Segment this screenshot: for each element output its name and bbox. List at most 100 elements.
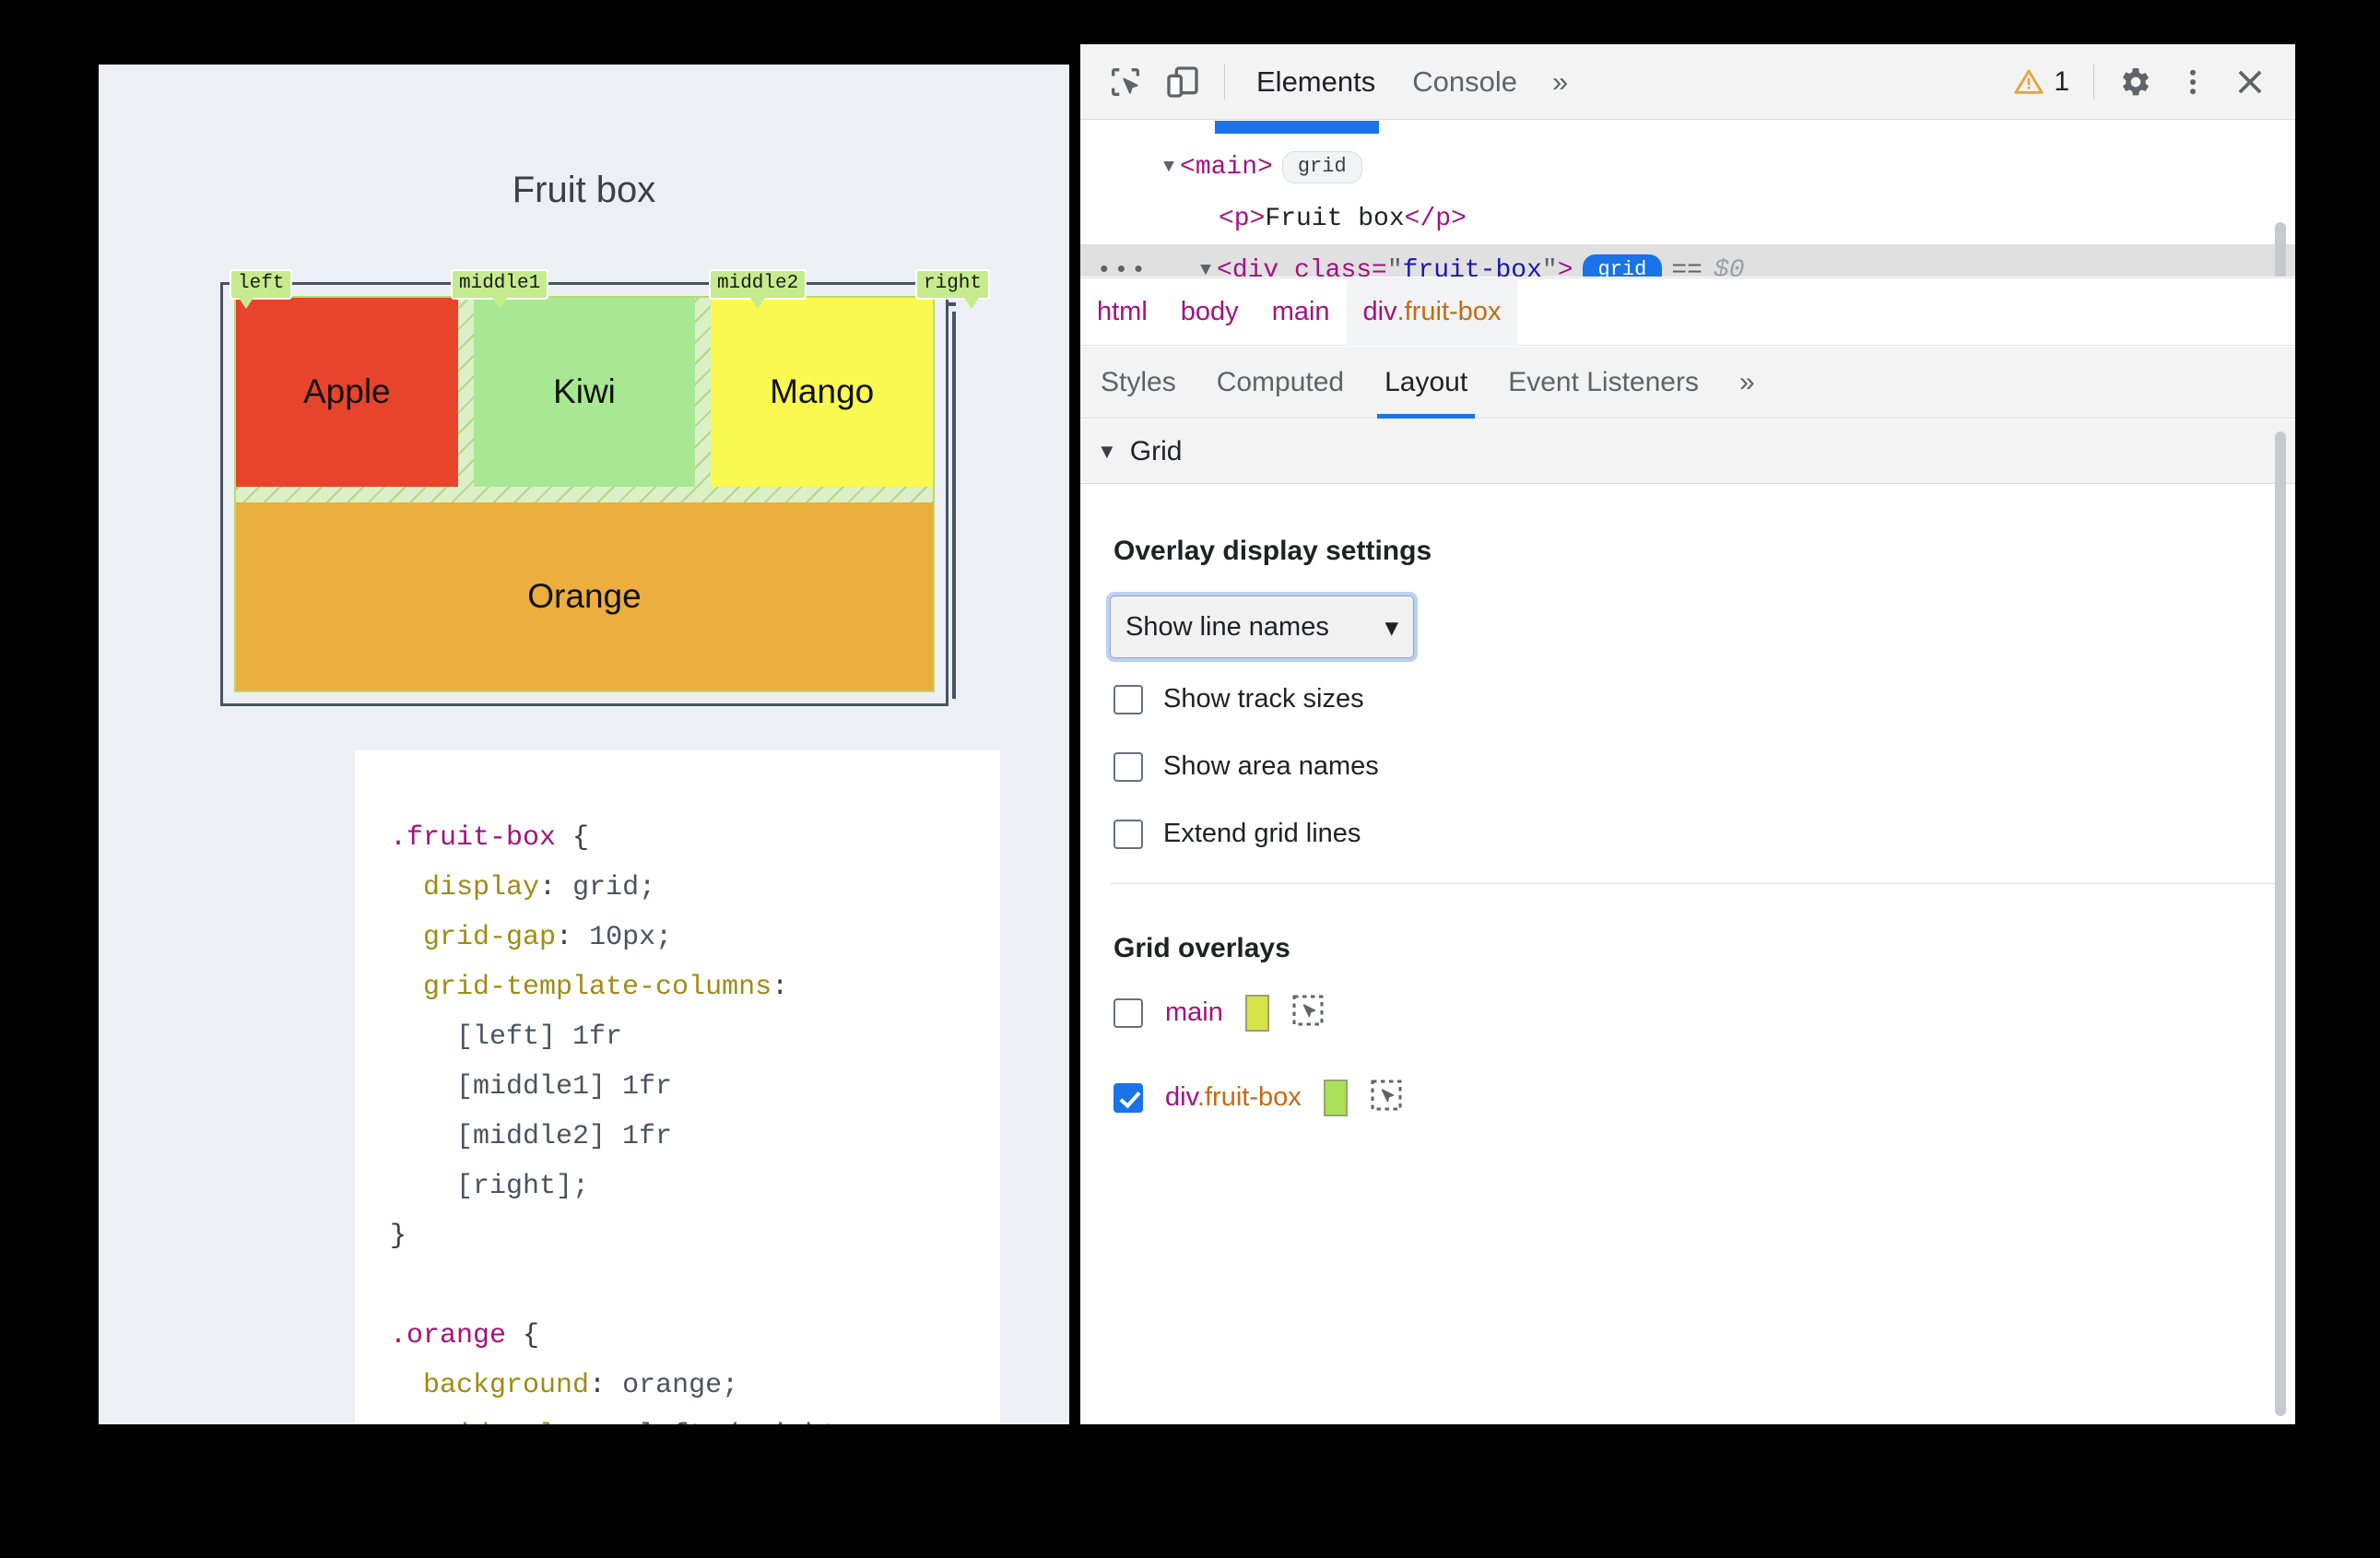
css-value-grid-column: left / right;	[639, 1420, 854, 1424]
fruit-box-border: Apple Kiwi Mango Orange	[220, 282, 948, 706]
grid-overlay-demo: Apple Kiwi Mango Orange left middle1 mid…	[213, 256, 991, 708]
checkbox-show-area-names[interactable]: Show area names	[1113, 751, 1379, 782]
dom-row-partial[interactable]	[1080, 121, 2295, 141]
sidebar-more-tabs-icon[interactable]: »	[1719, 347, 1775, 419]
css-brace-close: }	[390, 1221, 407, 1252]
chevron-down-icon-select: ▾	[1384, 612, 1398, 643]
checkbox-box[interactable]	[1113, 684, 1143, 714]
breadcrumb-item-body[interactable]: body	[1164, 277, 1255, 346]
checkbox-box[interactable]	[1113, 751, 1143, 782]
expand-triangle-icon-2[interactable]: ▼	[1200, 260, 1211, 277]
dom-row-menu-icon[interactable]: •••	[1097, 256, 1149, 277]
dom-text-fruit-box: Fruit box	[1265, 204, 1405, 233]
checkbox-box[interactable]	[1113, 819, 1143, 849]
grid-cell-orange: Orange	[236, 502, 933, 690]
tab-event-listeners[interactable]: Event Listeners	[1488, 347, 1719, 419]
overlay-display-settings-title: Overlay display settings	[1113, 536, 1432, 566]
section-divider	[1110, 883, 2275, 884]
dom-quote-2: "	[1541, 255, 1558, 277]
checkbox-label: Show area names	[1163, 751, 1379, 781]
warning-indicator[interactable]: 1	[2002, 66, 2080, 98]
dom-tag-p-open: <p>	[1219, 204, 1266, 233]
breadcrumb-class: .fruit-box	[1396, 296, 1502, 326]
devtools-toolbar: Elements Console » 1	[1080, 44, 2295, 120]
chevron-down-icon: ▼	[1097, 439, 1117, 463]
layout-panel-body: Overlay display settings Show line names…	[1080, 485, 2295, 1424]
dom-dollar-zero: $0	[1713, 255, 1745, 277]
inspect-element-icon[interactable]	[1097, 53, 1154, 111]
css-value-right: [right];	[456, 1171, 590, 1202]
select-element-icon[interactable]	[1291, 994, 1325, 1032]
css-prop-background: background	[423, 1370, 590, 1401]
dom-row-p[interactable]: <p> Fruit box </p>	[1080, 193, 2295, 244]
tab-computed[interactable]: Computed	[1196, 347, 1364, 419]
grid-overlay-name: main	[1165, 997, 1223, 1027]
css-prop-grid-template-columns: grid-template-columns	[423, 972, 772, 1003]
grid-section-title: Grid	[1129, 435, 1183, 466]
grid-cell-mango: Mango	[711, 298, 933, 487]
css-value-display: grid;	[572, 872, 656, 903]
checkbox-box[interactable]	[1113, 997, 1143, 1028]
layout-panel-scrollbar-thumb[interactable]	[2275, 431, 2286, 1416]
more-tabs-icon[interactable]: »	[1536, 65, 1585, 99]
kebab-menu-icon[interactable]	[2164, 53, 2221, 111]
css-value-middle2: [middle2] 1fr	[456, 1121, 673, 1152]
checkbox-extend-grid-lines[interactable]: Extend grid lines	[1113, 819, 1361, 849]
grid-overlay-class: .fruit-box	[1196, 1082, 1302, 1112]
css-value-middle1: [middle1] 1fr	[456, 1071, 673, 1103]
css-colon: :	[556, 922, 590, 953]
css-prop-display: display	[423, 872, 540, 903]
grid-line-name-middle1: middle1	[451, 269, 549, 310]
css-prop-grid-column: grid-column	[423, 1420, 606, 1424]
css-selector-fruit-box: .fruit-box	[390, 822, 557, 854]
breadcrumb-item-main[interactable]: main	[1255, 277, 1347, 346]
css-code-card: .fruit-box { display: grid; grid-gap: 10…	[355, 750, 1000, 1424]
css-prop-grid-gap: grid-gap	[423, 922, 557, 953]
grid-cell-apple: Apple	[236, 298, 458, 487]
toolbar-divider	[1224, 64, 1225, 100]
breadcrumb-item-html[interactable]: html	[1080, 277, 1164, 346]
expand-triangle-icon[interactable]: ▼	[1163, 157, 1174, 178]
tab-styles[interactable]: Styles	[1080, 347, 1196, 419]
css-code-block: .fruit-box { display: grid; grid-gap: 10…	[390, 813, 991, 1424]
sidebar-tabs: Styles Computed Layout Event Listeners »	[1080, 347, 2295, 419]
dom-gt: >	[1557, 255, 1573, 277]
device-toolbar-icon[interactable]	[1154, 53, 1211, 111]
css-value-left: [left] 1fr	[456, 1021, 623, 1053]
grid-overlay-row-main[interactable]: main	[1113, 994, 1325, 1032]
tab-layout[interactable]: Layout	[1364, 347, 1488, 419]
checkbox-box[interactable]	[1113, 1082, 1143, 1113]
dom-class-fruit-box: fruit-box	[1402, 255, 1542, 277]
grid-overlay-tag: div	[1165, 1082, 1197, 1112]
css-selector-orange: .orange	[390, 1320, 507, 1351]
overlay-display-select-value: Show line names	[1125, 611, 1329, 642]
checkbox-show-track-sizes[interactable]: Show track sizes	[1113, 684, 1364, 714]
color-swatch[interactable]	[1244, 994, 1269, 1032]
grid-line-segment	[952, 312, 956, 699]
breadcrumb-item-div-fruit-box[interactable]: div .fruit-box	[1346, 277, 1518, 346]
color-swatch[interactable]	[1323, 1079, 1348, 1116]
checkbox-label: Extend grid lines	[1163, 819, 1361, 848]
css-value-grid-gap: 10px;	[589, 922, 673, 953]
dom-tree: ▼ <main> grid <p> Fruit box </p> ••• ▼ <di…	[1080, 121, 2295, 277]
grid-overlay-row-fruit-box[interactable]: div.fruit-box	[1113, 1079, 1403, 1116]
fruit-box-grid: Apple Kiwi Mango Orange	[234, 296, 935, 692]
close-icon[interactable]	[2221, 53, 2279, 111]
tab-elements[interactable]: Elements	[1238, 44, 1394, 120]
grid-section-header[interactable]: ▼ Grid	[1080, 419, 2295, 484]
dom-tree-scrollbar-thumb[interactable]	[2275, 222, 2286, 277]
css-value-background: orange;	[622, 1370, 739, 1401]
gear-icon[interactable]	[2107, 53, 2164, 111]
grid-badge-fruit-box[interactable]: grid	[1582, 254, 1663, 277]
grid-cell-kiwi: Kiwi	[473, 298, 696, 487]
dom-row-fruit-box[interactable]: ••• ▼ <div class= " fruit-box " > grid == $0	[1080, 244, 2295, 277]
grid-badge-main[interactable]: grid	[1281, 150, 1362, 183]
dom-selection-fragment	[1215, 121, 1379, 134]
tab-console[interactable]: Console	[1394, 44, 1536, 120]
dom-row-main[interactable]: ▼ <main> grid	[1080, 141, 2295, 193]
grid-overlay-name: div.fruit-box	[1165, 1082, 1302, 1113]
checkbox-label: Show track sizes	[1163, 684, 1364, 714]
overlay-display-select[interactable]: Show line names ▾	[1110, 596, 1414, 658]
breadcrumb: html body main div .fruit-box	[1080, 277, 2295, 346]
select-element-icon[interactable]	[1370, 1079, 1403, 1116]
